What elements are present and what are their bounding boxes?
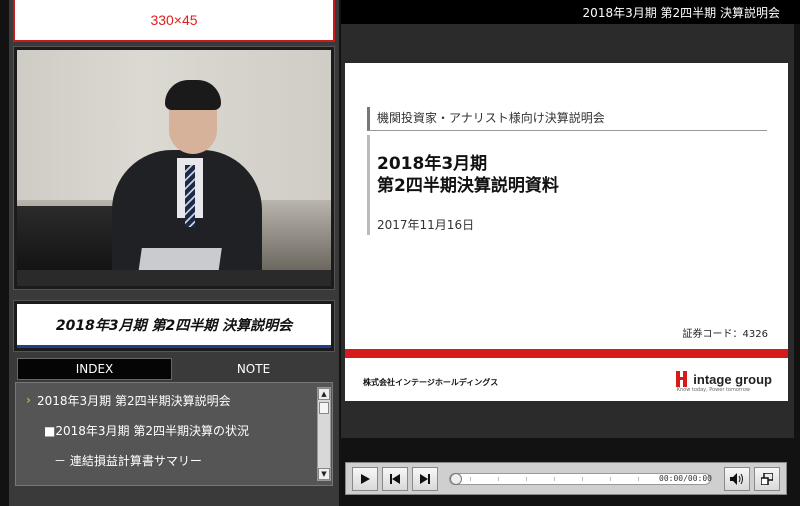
left-panel: 330×45 2018年3月期 第2四半期 決算説明会 INDEX NOTE ›…: [9, 0, 339, 506]
index-item-3[interactable]: － 連結損益計算書サマリー: [54, 445, 202, 475]
index-item-2[interactable]: ■2018年3月期 第2四半期決算の状況: [44, 415, 249, 445]
slide-red-bar: [345, 349, 788, 358]
index-list-items: › 2018年3月期 第2四半期決算説明会 ■2018年3月期 第2四半期決算の…: [16, 383, 316, 485]
prev-icon: [390, 474, 400, 484]
video-panel: [13, 46, 335, 290]
ad-banner[interactable]: 330×45: [13, 0, 335, 42]
player-frame: 330×45 2018年3月期 第2四半期 決算説明会 INDEX NOTE ›…: [0, 0, 800, 506]
window-icon: [761, 473, 773, 485]
speaker-tie: [185, 165, 195, 227]
intage-logo-icon: [676, 371, 688, 387]
index-item-label: 2018年3月期 第2四半期決算説明会: [36, 393, 231, 408]
slide-date: 2017年11月16日: [377, 218, 475, 232]
speaker-hair: [165, 80, 221, 110]
index-scrollbar[interactable]: ▲ ▼: [317, 387, 331, 481]
volume-icon: [730, 473, 743, 485]
scroll-thumb[interactable]: [319, 402, 329, 414]
logo-tagline: Know today, Power tomorrow: [676, 387, 750, 393]
player-controls: 00:00/00:00: [345, 462, 787, 495]
play-icon: [361, 474, 370, 484]
header-bar: 2018年3月期 第2四半期 決算説明会: [341, 0, 800, 24]
session-title: 2018年3月期 第2四半期 決算説明会: [17, 304, 331, 348]
time-display: 00:00/00:00: [659, 474, 712, 483]
company-name: 株式会社インテージホールディングス: [363, 378, 499, 387]
index-item-label: ■2018年3月期 第2四半期決算の状況: [44, 423, 249, 438]
desk: [17, 270, 331, 286]
tab-note[interactable]: NOTE: [176, 358, 331, 380]
index-item-1[interactable]: › 2018年3月期 第2四半期決算説明会: [26, 385, 231, 415]
window-button[interactable]: [754, 467, 780, 491]
tab-bar: INDEX NOTE: [17, 358, 331, 380]
next-icon: [420, 474, 430, 484]
banner-text: 330×45: [150, 12, 198, 28]
slide-title-line2: 第2四半期決算説明資料: [377, 176, 559, 196]
tab-index[interactable]: INDEX: [17, 358, 172, 380]
security-code: 証券コード：4326: [682, 329, 768, 340]
slide-subtitle: 機関投資家・アナリスト様向け決算説明会: [377, 111, 605, 125]
scroll-up-icon[interactable]: ▲: [318, 388, 330, 400]
header-title: 2018年3月期 第2四半期 決算説明会: [582, 5, 780, 20]
session-title-panel: 2018年3月期 第2四半期 決算説明会: [13, 300, 335, 352]
index-item-label: － 連結損益計算書サマリー: [54, 453, 202, 468]
title-rule: [367, 135, 370, 235]
chevron-right-icon: ›: [26, 393, 31, 407]
seek-knob[interactable]: [450, 473, 462, 485]
index-list: › 2018年3月期 第2四半期決算説明会 ■2018年3月期 第2四半期決算の…: [15, 382, 333, 486]
slide: 機関投資家・アナリスト様向け決算説明会 2018年3月期 第2四半期決算説明資料…: [345, 63, 788, 401]
volume-button[interactable]: [724, 467, 750, 491]
previous-button[interactable]: [382, 467, 408, 491]
seek-ticks: [470, 477, 650, 481]
next-button[interactable]: [412, 467, 438, 491]
scroll-down-icon[interactable]: ▼: [318, 468, 330, 480]
company-logo: intage group: [675, 369, 772, 389]
speaker-video[interactable]: [17, 50, 331, 286]
logo-text: intage group: [693, 371, 772, 387]
play-button[interactable]: [352, 467, 378, 491]
